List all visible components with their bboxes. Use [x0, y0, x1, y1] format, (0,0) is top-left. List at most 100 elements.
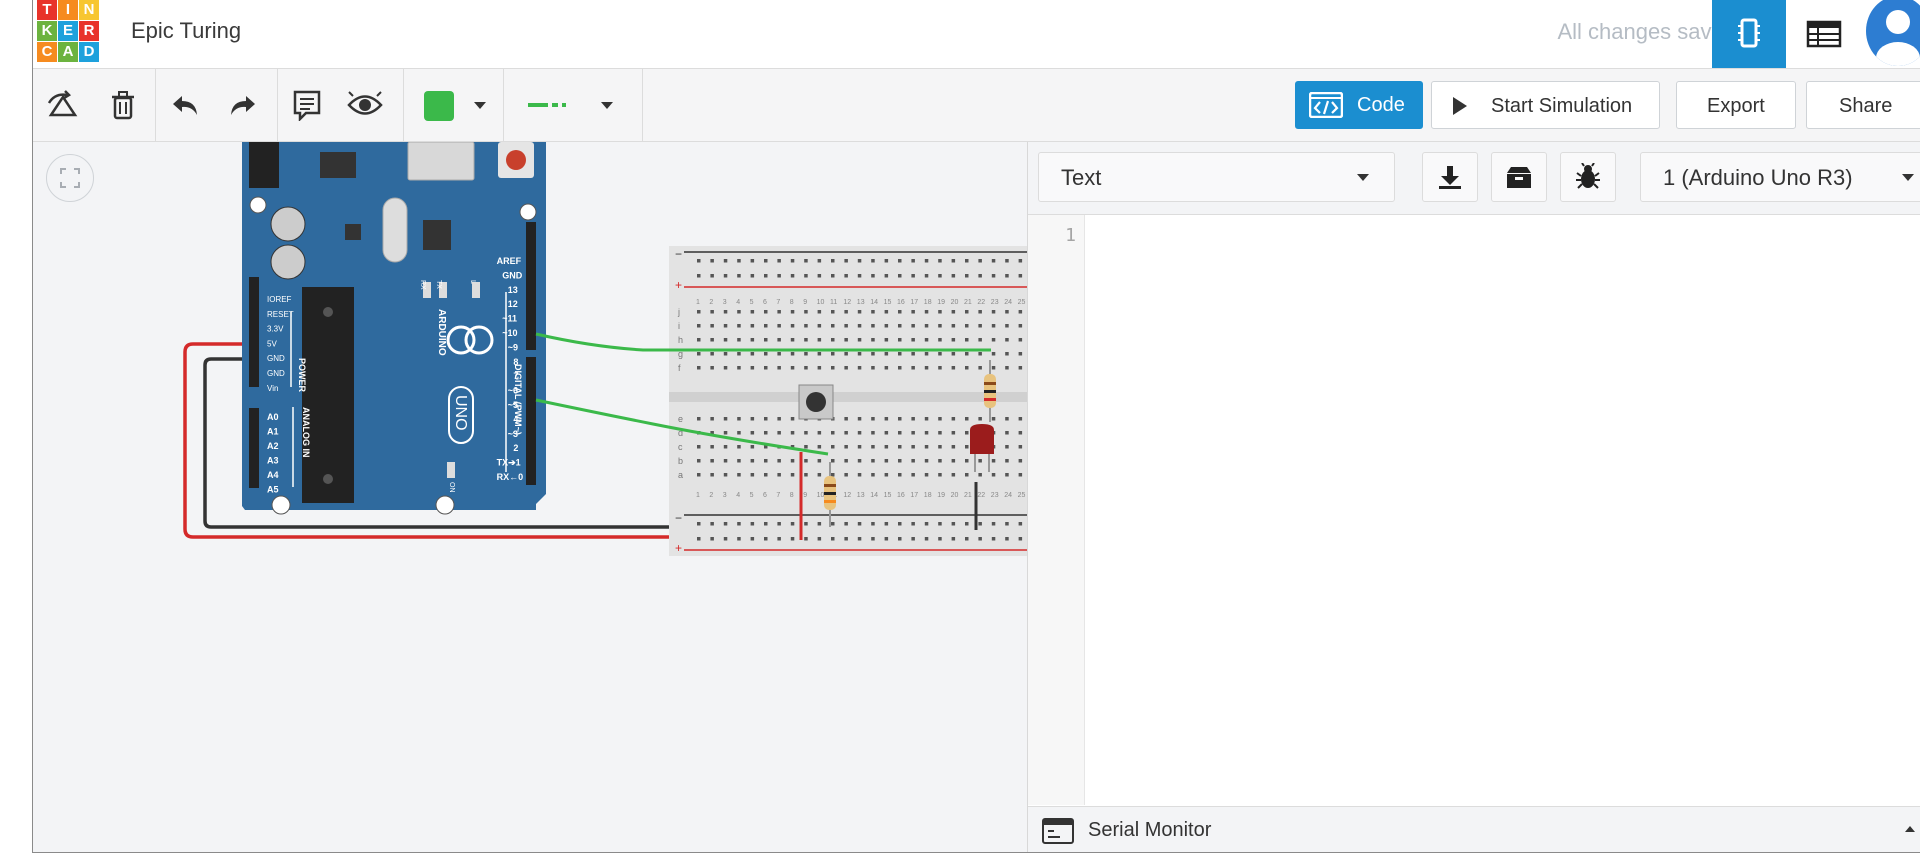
breadboard-hole: [844, 431, 848, 435]
breadboard-hole: [710, 459, 714, 463]
share-button[interactable]: Share: [1806, 81, 1920, 129]
serial-monitor-bar[interactable]: Serial Monitor: [1028, 806, 1920, 852]
breadboard-hole: [1018, 459, 1023, 463]
breadboard-hole: [723, 366, 728, 370]
column-number: 22: [977, 299, 985, 306]
breadboard-hole: [804, 366, 808, 370]
breadboard-hole: [898, 417, 902, 421]
debugger-button[interactable]: [1560, 152, 1616, 202]
breadboard-hole: [737, 445, 741, 449]
user-avatar[interactable]: [1866, 0, 1920, 66]
breadboard-hole: [951, 310, 956, 314]
breadboard-hole: [844, 310, 848, 314]
analog-pin-label: A3: [267, 456, 279, 466]
redo-icon[interactable]: [223, 85, 263, 125]
library-icon: [1507, 167, 1531, 188]
digital-pin-label: ~9: [508, 342, 518, 352]
save-status: All changes saved: [1557, 19, 1736, 44]
code-editor[interactable]: [1085, 215, 1920, 805]
column-number: 5: [750, 492, 754, 499]
column-number: 23: [991, 299, 999, 306]
breadboard-hole: [831, 324, 835, 328]
breadboard-hole: [938, 459, 942, 463]
breadboard-hole: [817, 537, 822, 541]
row-letter: b: [678, 456, 683, 466]
led-label: TX: [435, 280, 442, 289]
breadboard-hole: [750, 445, 755, 449]
breadboard-hole: [1018, 537, 1023, 541]
breadboard-hole: [938, 259, 942, 263]
undo-icon[interactable]: [165, 85, 205, 125]
breadboard-hole: [911, 522, 915, 526]
breadboard-hole: [871, 366, 875, 370]
breadboard-hole: [697, 417, 701, 421]
visibility-icon[interactable]: [345, 85, 385, 125]
breadboard-hole: [1018, 522, 1023, 526]
start-simulation-button[interactable]: Start Simulation: [1431, 81, 1660, 129]
device-select[interactable]: 1 (Arduino Uno R3): [1640, 152, 1920, 202]
breadboard-hole: [898, 366, 902, 370]
breadboard-hole: [831, 522, 835, 526]
logo-letter: N: [79, 0, 99, 20]
circuit-drawing: −+−+jihgfedcba11223344556677889910101111…: [183, 142, 1027, 556]
breadboard-hole: [991, 338, 996, 342]
breadboard-hole: [710, 324, 714, 328]
breadboard-hole: [1018, 417, 1023, 421]
digital-pin-label: 2: [513, 443, 518, 453]
tinkercad-logo[interactable]: TIN KER CAD: [37, 0, 101, 64]
power-pin-label: RESET: [267, 310, 294, 319]
delete-icon[interactable]: [103, 85, 143, 125]
breadboard-hole: [777, 366, 781, 370]
breadboard-hole: [790, 522, 795, 526]
circuit-canvas[interactable]: −+−+jihgfedcba11223344556677889910101111…: [33, 142, 1027, 852]
code-button[interactable]: Code: [1295, 81, 1423, 129]
chevron-up-icon[interactable]: [1904, 825, 1916, 833]
breadboard-hole: [924, 366, 929, 370]
column-number: 13: [857, 299, 865, 306]
color-picker[interactable]: [411, 75, 499, 135]
breadboard-hole: [777, 259, 781, 263]
breadboard-hole: [871, 274, 875, 278]
breadboard-hole: [938, 310, 942, 314]
breadboard-hole: [857, 445, 862, 449]
power-pin-label: GND: [267, 354, 285, 363]
breadboard-hole: [871, 324, 875, 328]
code-mode-select[interactable]: Text: [1038, 152, 1395, 202]
download-icon: [1439, 166, 1461, 189]
breadboard-hole: [911, 366, 915, 370]
breadboard-hole: [750, 366, 755, 370]
circuit-view-button[interactable]: [1712, 0, 1786, 68]
breadboard-hole: [804, 537, 808, 541]
breadboard-hole: [857, 537, 862, 541]
breadboard-hole: [924, 259, 929, 263]
breadboard-hole: [697, 366, 701, 370]
download-code-button[interactable]: [1422, 152, 1478, 202]
component-list-button[interactable]: [1786, 0, 1862, 68]
breadboard-hole: [817, 352, 822, 356]
rotate-icon[interactable]: [43, 85, 83, 125]
column-number: 10: [817, 492, 825, 499]
column-number: 16: [897, 492, 905, 499]
breadboard-hole: [857, 274, 862, 278]
breadboard-hole: [857, 324, 862, 328]
breadboard-hole: [965, 522, 969, 526]
export-button[interactable]: Export: [1676, 81, 1796, 129]
breadboard-hole: [831, 459, 835, 463]
breadboard-hole: [710, 366, 714, 370]
breadboard-hole: [951, 473, 956, 477]
breadboard-hole: [898, 352, 902, 356]
column-number: 11: [830, 299, 837, 306]
libraries-button[interactable]: [1491, 152, 1547, 202]
breadboard-hole: [978, 473, 982, 477]
breadboard-hole: [750, 473, 755, 477]
project-title[interactable]: Epic Turing: [131, 18, 241, 44]
notes-icon[interactable]: [287, 85, 327, 125]
breadboard-hole: [991, 473, 996, 477]
breadboard-hole: [697, 274, 701, 278]
wire-style-picker[interactable]: [510, 75, 634, 135]
breadboard-hole: [844, 338, 848, 342]
row-letter: c: [678, 442, 683, 452]
bug-icon: [1576, 163, 1600, 189]
breadboard-hole: [1005, 522, 1009, 526]
breadboard-hole: [871, 459, 875, 463]
